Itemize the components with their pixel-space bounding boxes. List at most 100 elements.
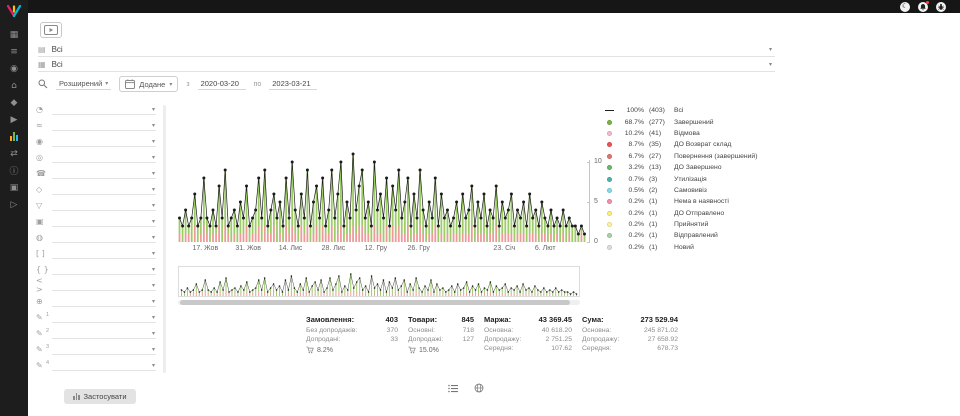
date-to-input[interactable]: 2023-03-21 (269, 78, 317, 90)
stats-row-value: 370 (387, 327, 398, 334)
date-from-input[interactable]: 2020-03-20 (198, 78, 246, 90)
legend-item[interactable]: 6.7%(27)Повернення (завершений) (604, 151, 819, 162)
stats-row-label: Допродажу: (582, 336, 619, 343)
x-axis-label: 14. Лис (279, 245, 303, 252)
legend-label: ДО Завершено (674, 164, 722, 171)
filter-panel-scrollbar[interactable] (163, 105, 166, 373)
legend-item[interactable]: 0.5%(2)Самовивіз (604, 185, 819, 196)
legend-percent: 68.7% (618, 119, 644, 126)
legend-dot-swatch (604, 188, 615, 193)
legend-item[interactable]: 0.2%(1)Нема в наявності (604, 196, 819, 207)
sidebar-item-info[interactable]: ⓘ (0, 162, 28, 179)
filter-select-custom-field-4[interactable]: ▾ (52, 360, 156, 371)
filter-select-status[interactable]: ▾ (52, 104, 156, 115)
legend-count: (1) (649, 210, 674, 217)
legend-dot-swatch (604, 211, 615, 216)
legend-percent: 0.2% (618, 221, 644, 228)
legend-percent: 0.2% (618, 232, 644, 239)
filter-select-products[interactable]: ▾ (52, 216, 156, 227)
chevron-down-icon: ▾ (769, 46, 772, 53)
managers-icon: ◎ (36, 153, 49, 162)
notifications-button[interactable] (918, 2, 928, 12)
legend-dot-swatch (604, 120, 615, 125)
categories-filter-select[interactable]: ▦ Всі ▾ (38, 58, 775, 72)
sidebar-item-integrations[interactable]: ⇄ (0, 145, 28, 162)
globe-view-button[interactable] (474, 383, 484, 393)
search-icon[interactable] (38, 79, 48, 89)
theme-toggle-button[interactable]: ☾ (900, 2, 910, 12)
legend-item[interactable]: 8.7%(35)ДО Возврат склад (604, 139, 819, 150)
legend-count: (1) (649, 221, 674, 228)
legend-line-swatch (604, 110, 615, 112)
filter-select-customers[interactable]: ▾ (52, 136, 156, 147)
filter-select-params[interactable]: ▾ (52, 264, 156, 275)
chart-scrollbar-track[interactable] (178, 300, 580, 305)
x-axis-label: 28. Лис (322, 245, 346, 252)
filter-select-target[interactable]: ▾ (52, 296, 156, 307)
legend-item[interactable]: 0.2%(1)ДО Отправлено (604, 208, 819, 219)
orders-chart[interactable] (178, 102, 586, 242)
chart-scrollbar-thumb[interactable] (180, 300, 570, 305)
legend-item[interactable]: 100%(403)Всі (604, 105, 819, 116)
view-mode-button[interactable] (40, 22, 62, 38)
stats-row: Допродані:33 (306, 336, 398, 343)
legend-item[interactable]: 10.2%(41)Відмова (604, 128, 819, 139)
sidebar-item-video[interactable]: ▷ (0, 196, 28, 213)
filter-select-website[interactable]: ▾ (52, 232, 156, 243)
chart-overview-brush[interactable] (178, 266, 580, 297)
x-axis-labels: 17. Жов31. Жов14. Лис28. Лис12. Гру26. Г… (178, 245, 586, 255)
filter-row-status: ◔▾ (28, 101, 168, 117)
legend-label: Утилізація (674, 176, 707, 183)
legend-percent: 8.7% (618, 141, 644, 148)
analytics-content: 10 5 0 17. Жов31. Жов14. Лис28. Лис12. Г… (168, 95, 960, 416)
filter-select-custom-field-1[interactable]: ▾ (52, 312, 156, 323)
chevron-down-icon: ▾ (152, 362, 155, 369)
sidebar-item-dashboard[interactable]: ▦ (0, 26, 28, 43)
filter-row-customers: ◉▾ (28, 133, 168, 149)
filter-select-region[interactable]: ▾ (52, 184, 156, 195)
legend-item[interactable]: 3.2%(13)ДО Завершено (604, 162, 819, 173)
phone-icon: ☎ (36, 169, 49, 178)
legend-dot-swatch (604, 222, 615, 227)
legend-count: (41) (649, 130, 674, 137)
filter-select-code[interactable]: ▾ (52, 280, 156, 291)
debug-button[interactable] (936, 2, 946, 12)
apply-filters-button[interactable]: Застосувати (64, 389, 136, 404)
legend-item[interactable]: 0.2%(1)Прийнятий (604, 219, 819, 230)
legend-item[interactable]: 0.2%(1)Новий (604, 242, 819, 253)
statuses-filter-select[interactable]: ▤ Всі ▾ (38, 43, 775, 57)
chevron-down-icon: ▾ (152, 314, 155, 321)
stats-row-value: 127 (463, 336, 474, 343)
legend-count: (1) (649, 198, 674, 205)
legend-label: Відправлений (674, 232, 718, 239)
sidebar-item-marketing[interactable]: ▶ (0, 111, 28, 128)
legend-item[interactable]: 0.7%(3)Утилізація (604, 173, 819, 184)
target-icon: ⊕ (36, 297, 49, 306)
sidebar-item-store[interactable]: ⌂ (0, 77, 28, 94)
categories-icon: ▦ (38, 60, 46, 69)
monitor-icon (44, 25, 58, 35)
sidebar-item-orders[interactable]: ≡ (0, 43, 28, 60)
y-tick-mark (587, 242, 590, 243)
filter-select-phone[interactable]: ▾ (52, 168, 156, 179)
sidebar-item-apps[interactable]: ▣ (0, 179, 28, 196)
stats-header: Маржа:43 369.45 (484, 315, 572, 324)
date-field-select[interactable]: Додане ▾ (119, 76, 178, 92)
filter-select-custom-field-3[interactable]: ▾ (52, 344, 156, 355)
search-mode-select[interactable]: Розширений ▾ (56, 78, 111, 90)
list-view-button[interactable] (448, 384, 458, 393)
legend-item[interactable]: 0.2%(1)Відправлений (604, 230, 819, 241)
filter-select-channels[interactable]: ▾ (52, 120, 156, 131)
filter-select-funnel[interactable]: ▾ (52, 200, 156, 211)
y-axis-label: 5 (594, 198, 598, 205)
legend-item[interactable]: 68.7%(277)Завершений (604, 116, 819, 127)
sidebar-item-customers[interactable]: ◉ (0, 60, 28, 77)
filter-select-managers[interactable]: ▾ (52, 152, 156, 163)
filter-select-custom-field-2[interactable]: ▾ (52, 328, 156, 339)
custom-field-number: 4 (46, 360, 49, 366)
y-axis-label: 0 (594, 238, 598, 245)
sidebar-item-products[interactable]: ◆ (0, 94, 28, 111)
filter-select-tags[interactable]: ▾ (52, 248, 156, 259)
stats-header: Товари:845 (408, 315, 474, 324)
sidebar-item-analytics[interactable] (0, 128, 28, 145)
